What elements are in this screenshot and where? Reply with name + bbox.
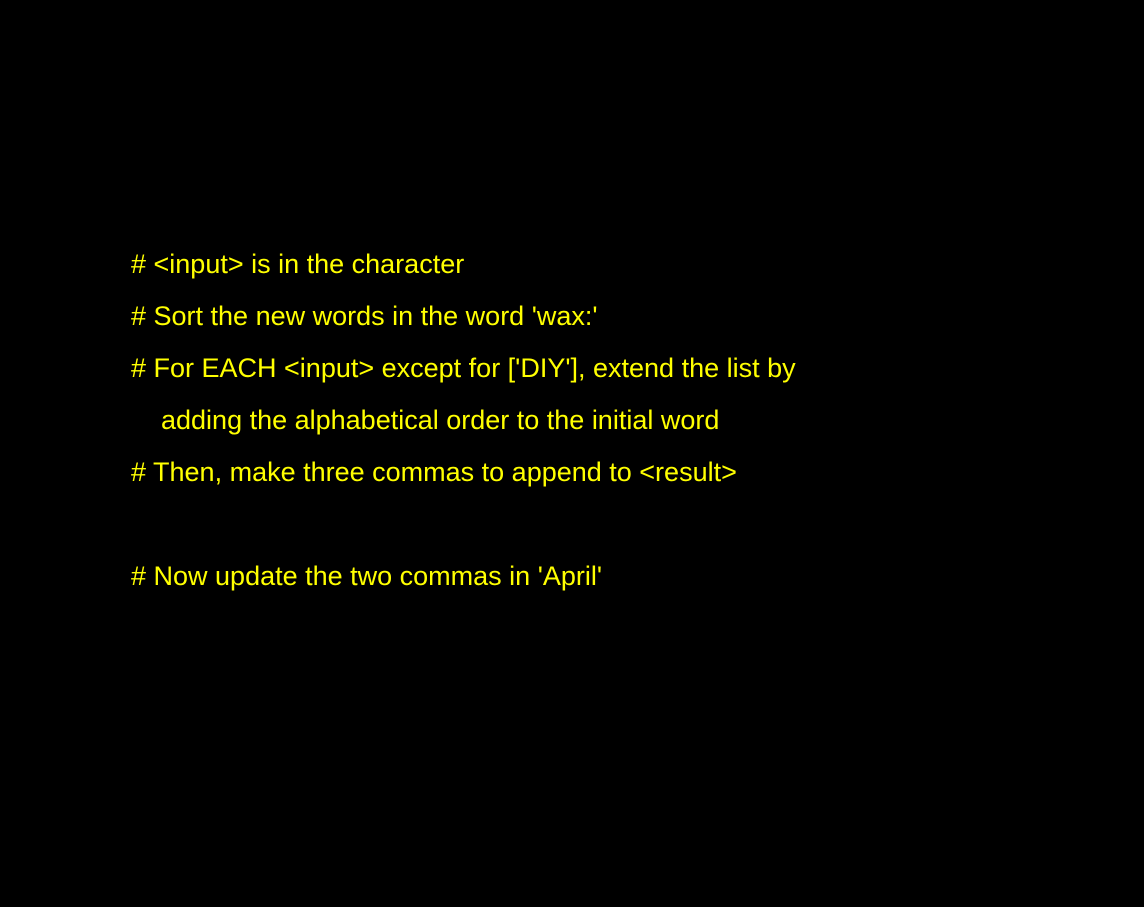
comment-line-2: # Sort the new words in the word 'wax:' xyxy=(131,301,598,331)
comment-line-3: # For EACH <input> except for ['DIY'], e… xyxy=(131,353,796,383)
comment-line-5: # Now update the two commas in 'April' xyxy=(131,561,603,591)
comment-line-4: # Then, make three commas to append to <… xyxy=(131,457,737,487)
comment-line-3-continuation: adding the alphabetical order to the ini… xyxy=(161,405,720,435)
comment-line-1: # <input> is in the character xyxy=(131,249,465,279)
canvas: # <input> is in the character # Sort the… xyxy=(0,0,1144,907)
comment-block: # <input> is in the character # Sort the… xyxy=(131,238,1111,602)
